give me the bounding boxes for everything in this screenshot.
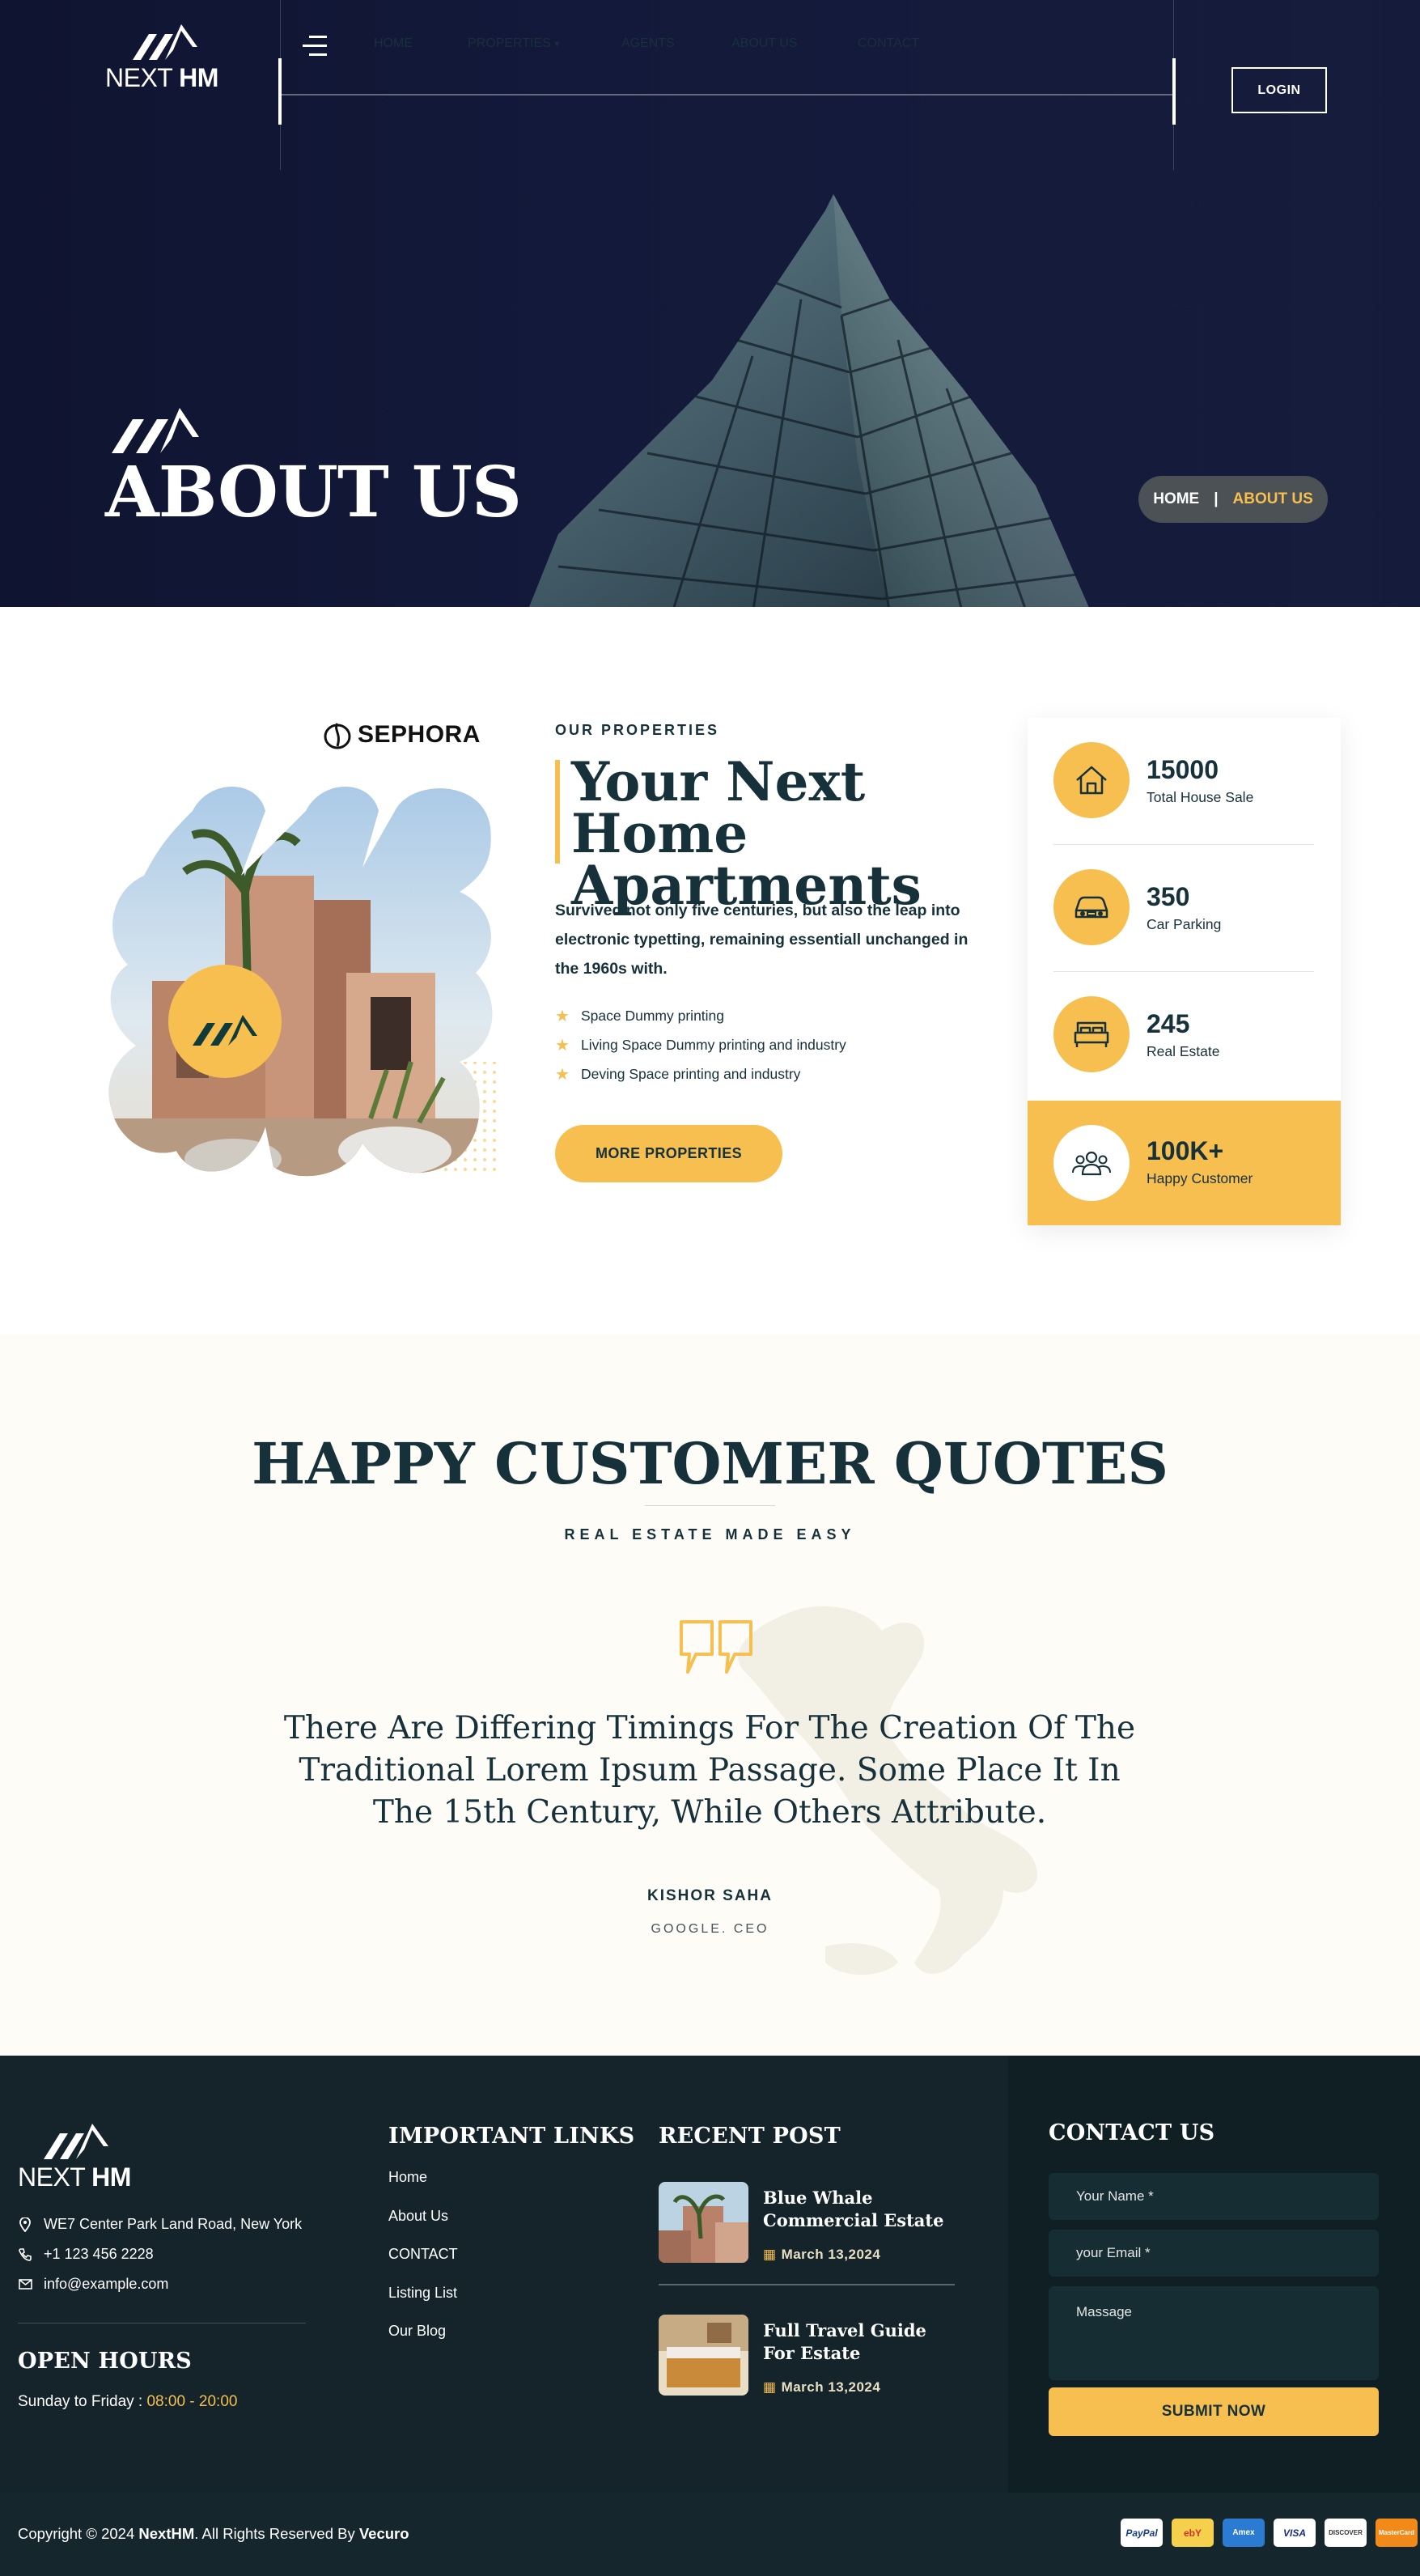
stat-item: 15000 Total House Sale	[1028, 718, 1341, 845]
footer-link-home[interactable]: Home	[388, 2169, 458, 2208]
feature-list: ★ Space Dummy printing ★ Living Space Dumm…	[555, 1001, 846, 1089]
footer-logo[interactable]: NEXT HM	[18, 2122, 139, 2195]
site-logo[interactable]: NEXT HM	[105, 23, 227, 95]
list-item: ★ Deving Space printing and industry	[555, 1065, 801, 1084]
payment-methods: PayPal ebY Amex VISA DISCOVER MasterCard	[1121, 2519, 1418, 2547]
calendar-icon: ▦	[763, 2247, 777, 2262]
house-icon	[1053, 742, 1130, 818]
nav-properties[interactable]: PROPERTIES ▾	[468, 36, 559, 51]
ebay-icon: ebY	[1172, 2519, 1214, 2547]
login-button[interactable]: LOGIN	[1231, 67, 1327, 113]
brand-logo: SEPHORA	[324, 719, 481, 751]
nav-home[interactable]: HOME	[374, 36, 413, 51]
post-date: ▦ March 13,2024	[763, 2247, 881, 2262]
post-title[interactable]: Full Travel Guide For Estate	[763, 2319, 957, 2365]
paypal-icon: PayPal	[1121, 2519, 1163, 2547]
location-pin-icon	[18, 2217, 32, 2232]
hero-section: NEXT HM HOME PROPERTIES ▾ AGENTS ABOUT U…	[0, 0, 1420, 607]
section-description: Survived not only five centuries, but al…	[555, 902, 969, 978]
hours-heading: OPEN HOURS	[18, 2349, 192, 2374]
footer-contact-info: WE7 Center Park Land Road, New York +1 1…	[18, 2209, 302, 2299]
roof-mark-icon	[112, 408, 199, 453]
more-properties-button[interactable]: MORE PROPERTIES	[555, 1125, 782, 1182]
footer: NEXT HM WE7 Center Park Land Road, New Y…	[0, 2056, 1420, 2493]
name-field[interactable]: Your Name *	[1049, 2173, 1379, 2220]
page-title: ABOUT US	[105, 452, 522, 533]
stat-item: 100K+ Happy Customer	[1028, 1101, 1341, 1225]
footer-links: Home About Us CONTACT Listing List Our B…	[388, 2169, 458, 2362]
stat-item: 350 Car Parking	[1028, 845, 1341, 972]
footer-link-contact[interactable]: CONTACT	[388, 2246, 458, 2285]
about-section: SEPHORA OUR PROPERTIES Your Next Home Ap…	[0, 607, 1420, 1335]
section-title: Your Next Home Apartments	[571, 750, 922, 917]
nav-about-us[interactable]: ABOUT US	[731, 36, 798, 51]
links-heading: IMPORTANT LINKS	[388, 2124, 635, 2149]
testimonial-role: GOOGLE. CEO	[651, 1922, 769, 1936]
visa-icon: VISA	[1274, 2519, 1316, 2547]
hours-text: Sunday to Friday : 08:00 - 20:00	[18, 2393, 238, 2410]
list-item: ★ Space Dummy printing	[555, 1007, 725, 1025]
accent-bar	[555, 760, 560, 864]
email-row: info@example.com	[18, 2269, 302, 2299]
post-thumbnail	[659, 2182, 748, 2263]
submit-button[interactable]: SUBMIT NOW	[1049, 2387, 1379, 2436]
calendar-icon: ▦	[763, 2379, 777, 2395]
stat-item: 245 Real Estate	[1028, 972, 1341, 1099]
testimonial-quote: There Are Differing Timings For The Crea…	[283, 1710, 1136, 1831]
testimonial-subtitle: REAL ESTATE MADE EASY	[564, 1526, 856, 1543]
stats-card: 15000 Total House Sale 350 Car Parking 2…	[1028, 718, 1341, 1225]
address-row: WE7 Center Park Land Road, New York	[18, 2209, 302, 2239]
mastercard-icon: MasterCard	[1375, 2519, 1418, 2547]
recent-post[interactable]: Full Travel Guide For Estate ▦ March 13,2…	[659, 2315, 955, 2396]
list-item: ★ Living Space Dummy printing and industr…	[555, 1036, 846, 1055]
breadcrumb-home[interactable]: HOME	[1153, 490, 1199, 508]
star-icon: ★	[555, 1065, 570, 1084]
car-icon	[1053, 869, 1130, 945]
breadcrumb: HOME | ABOUT US	[1138, 476, 1328, 523]
hamburger-menu-icon[interactable]	[303, 34, 327, 58]
copyright-text: Copyright © 2024 NextHM. All Rights Rese…	[18, 2525, 409, 2542]
footer-bottom-bar: Copyright © 2024 NextHM. All Rights Rese…	[0, 2493, 1420, 2576]
email-field[interactable]: your Email *	[1049, 2230, 1379, 2277]
testimonial-section: HAPPY CUSTOMER QUOTES REAL ESTATE MADE E…	[0, 1335, 1420, 2056]
footer-link-listing[interactable]: Listing List	[388, 2285, 458, 2323]
sephora-flame-icon	[324, 723, 351, 749]
mail-icon	[18, 2279, 32, 2290]
nav-agents[interactable]: AGENTS	[621, 36, 675, 51]
property-collage-image	[108, 787, 500, 1177]
post-title[interactable]: Blue Whale Commercial Estate	[763, 2187, 957, 2232]
star-icon: ★	[555, 1007, 570, 1025]
quote-icon	[680, 1620, 752, 1674]
message-field[interactable]: Massage	[1049, 2286, 1379, 2380]
logo-roof-icon	[133, 24, 197, 60]
bed-icon	[1053, 996, 1130, 1072]
footer-link-about[interactable]: About Us	[388, 2208, 458, 2247]
recent-post[interactable]: Blue Whale Commercial Estate ▦ March 13,2…	[659, 2182, 955, 2263]
logo-roof-icon	[44, 2124, 108, 2159]
contact-heading: CONTACT US	[1049, 2120, 1215, 2145]
star-icon: ★	[555, 1036, 570, 1055]
post-thumbnail	[659, 2315, 748, 2396]
phone-row: +1 123 456 2228	[18, 2239, 302, 2269]
phone-icon	[18, 2247, 32, 2261]
testimonial-title: HAPPY CUSTOMER QUOTES	[252, 1430, 1168, 1497]
users-icon	[1053, 1125, 1130, 1201]
section-eyebrow: OUR PROPERTIES	[555, 722, 720, 738]
post-date: ▦ March 13,2024	[763, 2379, 881, 2395]
amex-icon: Amex	[1223, 2519, 1265, 2547]
discover-icon: DISCOVER	[1325, 2519, 1367, 2547]
testimonial-author: KISHOR SAHA	[646, 1887, 773, 1904]
chevron-down-icon: ▾	[554, 38, 560, 49]
nav-contact[interactable]: CONTACT	[858, 36, 919, 51]
footer-link-blog[interactable]: Our Blog	[388, 2323, 458, 2362]
breadcrumb-current: ABOUT US	[1232, 490, 1313, 507]
posts-heading: RECENT POST	[659, 2124, 841, 2149]
